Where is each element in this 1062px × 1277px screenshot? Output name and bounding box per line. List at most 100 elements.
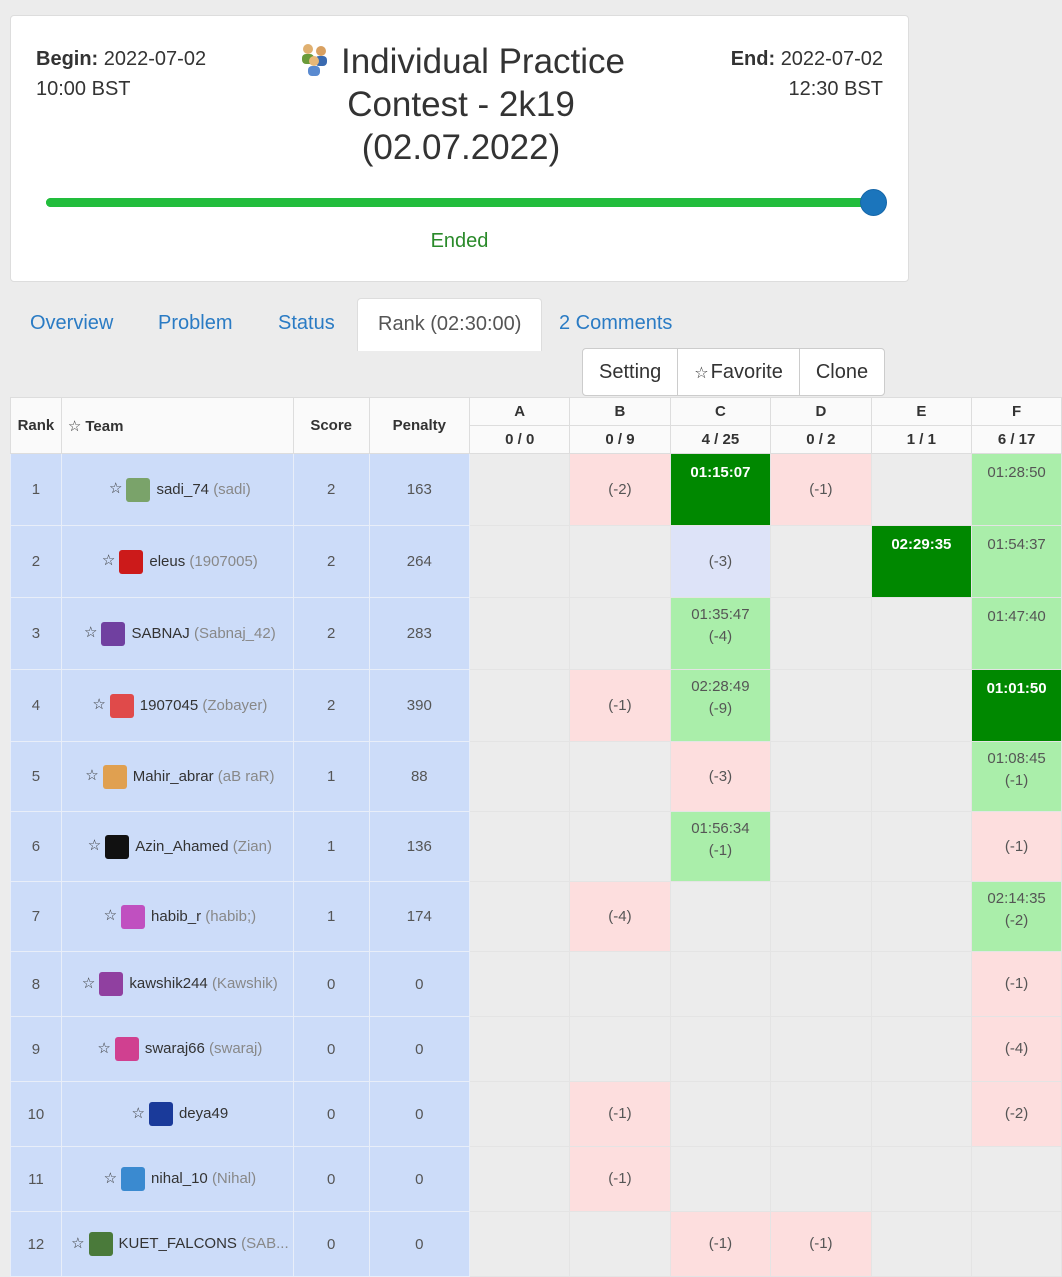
tab-overview[interactable]: Overview — [10, 298, 133, 349]
team-cell: ☆ Mahir_abrar (aB raR) — [60, 741, 294, 812]
problem-cell[interactable]: 02:29:35 — [870, 525, 973, 598]
star-icon[interactable]: ☆ — [84, 624, 97, 641]
problem-cell[interactable]: 01:47:40 — [971, 597, 1062, 670]
score-cell: 2 — [292, 597, 370, 670]
problem-a-header[interactable]: A — [469, 397, 571, 426]
team-username[interactable]: sadi_74 — [156, 480, 209, 497]
tab-comments[interactable]: 2 Comments — [539, 298, 692, 349]
star-icon[interactable]: ☆ — [102, 552, 115, 569]
problem-cell[interactable]: (-1) — [569, 1146, 671, 1212]
problem-cell — [469, 951, 571, 1017]
score-cell: 0 — [292, 951, 370, 1017]
problem-cell[interactable]: (-4) — [569, 881, 671, 952]
tab-status[interactable]: Status — [258, 298, 355, 349]
problem-cell[interactable]: 01:56:34 (-1) — [669, 811, 772, 882]
score-cell: 2 — [292, 669, 370, 742]
problem-cell[interactable]: (-1) — [569, 669, 671, 742]
problem-cell — [469, 1081, 571, 1147]
problem-f-header[interactable]: F — [971, 397, 1062, 426]
star-icon[interactable]: ☆ — [109, 480, 122, 497]
team-username[interactable]: habib_r — [151, 907, 201, 924]
avatar — [105, 834, 130, 859]
penalty-cell: 174 — [368, 881, 471, 952]
tab-problem[interactable]: Problem — [138, 298, 252, 349]
problem-b-header[interactable]: B — [569, 397, 671, 426]
problem-cell[interactable]: 01:15:07 — [669, 453, 772, 526]
problem-cell — [569, 811, 671, 882]
team-username[interactable]: KUET_FALCONS — [119, 1235, 237, 1252]
team-username[interactable]: kawshik244 — [129, 975, 207, 992]
score-cell: 2 — [292, 453, 370, 526]
team-username[interactable]: Azin_Ahamed — [135, 837, 228, 854]
problem-cell[interactable]: 01:28:50 — [971, 453, 1062, 526]
team-username[interactable]: eleus — [149, 552, 185, 569]
problem-cell — [870, 811, 973, 882]
team-header[interactable]: ☆ Team — [60, 397, 294, 454]
score-header[interactable]: Score — [292, 397, 370, 454]
problem-cell[interactable]: (-1) — [770, 1211, 872, 1277]
team-username[interactable]: deya49 — [179, 1105, 228, 1122]
table-row: 2 ☆ eleus (1907005) 2 264 (-3) 02:29:35 01:54:3… — [10, 525, 1062, 598]
problem-d-stat: 0 / 2 — [770, 425, 872, 454]
problem-cell[interactable]: (-1) — [569, 1081, 671, 1147]
problem-d-header[interactable]: D — [770, 397, 872, 426]
team-username[interactable]: swaraj66 — [145, 1040, 205, 1057]
star-icon[interactable]: ☆ — [92, 696, 105, 713]
team-username[interactable]: 1907045 — [140, 696, 198, 713]
begin-time: 10:00 BST — [36, 78, 131, 100]
star-icon[interactable]: ☆ — [97, 1040, 110, 1057]
problem-cell[interactable]: (-1) — [971, 951, 1062, 1017]
rank-actions: Setting ☆ Favorite Clone — [582, 348, 886, 396]
begin-label: Begin: — [36, 48, 99, 70]
team-username[interactable]: Mahir_abrar — [133, 767, 214, 784]
table-row: 7 ☆ habib_r (habib;) 1 174 (-4) 02:14:35 (-2) — [10, 881, 1062, 952]
star-icon[interactable]: ☆ — [104, 1170, 117, 1187]
problem-cell — [971, 1211, 1062, 1277]
problem-e-header[interactable]: E — [870, 397, 973, 426]
penalty-header[interactable]: Penalty — [368, 397, 471, 454]
problem-cell[interactable]: (-3) — [669, 741, 772, 812]
problem-cell[interactable]: (-1) — [770, 453, 872, 526]
problem-cell[interactable]: (-4) — [971, 1016, 1062, 1082]
rank-header[interactable]: Rank — [10, 397, 62, 454]
team-username[interactable]: SABNAJ — [131, 624, 189, 641]
attempts: (-4) — [608, 907, 632, 925]
star-icon[interactable]: ☆ — [88, 837, 101, 854]
star-icon[interactable]: ☆ — [104, 907, 117, 924]
avatar — [148, 1102, 173, 1126]
contest-title: Individual Practice Contest - 2k19 (02.0… — [340, 42, 626, 167]
problem-cell[interactable]: 01:01:50 — [971, 669, 1062, 742]
problem-cell — [669, 951, 772, 1017]
clone-button[interactable]: Clone — [800, 349, 884, 395]
problem-cell[interactable]: 02:14:35 (-2) — [971, 881, 1062, 952]
progress-knob[interactable] — [860, 189, 887, 216]
star-icon[interactable]: ☆ — [71, 1235, 84, 1252]
problem-cell[interactable]: 01:08:45 (-1) — [971, 741, 1062, 812]
team-cell: ☆ nihal_10 (Nihal) — [60, 1146, 294, 1212]
problem-cell — [870, 669, 973, 742]
problem-cell[interactable]: (-1) — [669, 1211, 772, 1277]
problem-cell[interactable]: (-1) — [971, 811, 1062, 882]
problem-cell[interactable]: (-2) — [569, 453, 671, 526]
table-row: 4 ☆ 1907045 (Zobayer) 2 390 (-1) 02:28:49 (-9) 0… — [10, 669, 1062, 742]
problem-c-header[interactable]: C — [669, 397, 772, 426]
team-username[interactable]: nihal_10 — [151, 1170, 208, 1187]
team-nickname: (Zian) — [232, 837, 272, 855]
problem-cell[interactable]: 02:28:49 (-9) — [669, 669, 772, 742]
avatar — [121, 1167, 146, 1191]
favorite-button[interactable]: ☆ Favorite — [678, 349, 800, 395]
attempts: (-2) — [608, 480, 632, 498]
tab-rank[interactable]: Rank (02:30:00) — [357, 298, 543, 351]
problem-cell — [770, 669, 872, 742]
problem-cell[interactable]: (-3) — [669, 525, 772, 598]
penalty-cell: 0 — [368, 1211, 471, 1277]
star-icon[interactable]: ☆ — [132, 1105, 145, 1122]
star-icon[interactable]: ☆ — [82, 975, 95, 992]
setting-button[interactable]: Setting — [583, 349, 679, 395]
problem-cell[interactable]: 01:54:37 — [971, 525, 1062, 598]
attempts: (-1) — [608, 1170, 632, 1187]
star-icon[interactable]: ☆ — [85, 767, 98, 784]
penalty-cell: 136 — [368, 811, 471, 882]
problem-cell[interactable]: (-2) — [971, 1081, 1062, 1147]
problem-cell[interactable]: 01:35:47 (-4) — [669, 597, 772, 670]
